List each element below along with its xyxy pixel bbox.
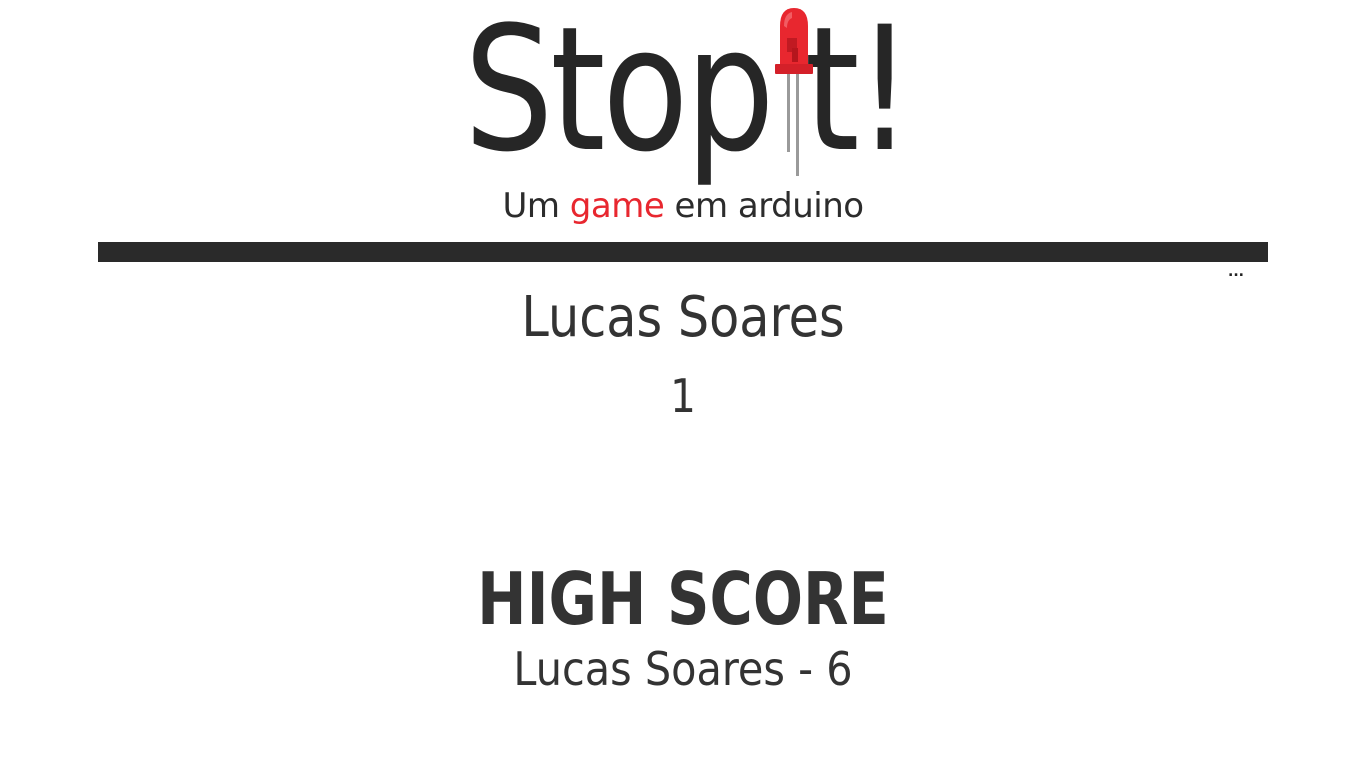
high-score-value: Lucas Soares - 6 [513, 642, 853, 696]
overflow-indicator: ... [1228, 264, 1244, 280]
subtitle-accent: game [569, 186, 665, 226]
current-player-name: Lucas Soares [521, 285, 845, 350]
subtitle-before: Um [502, 186, 570, 226]
logo-word-before: Stop [464, 0, 775, 190]
subtitle-after: em arduino [664, 186, 865, 226]
current-player-score: 1 [670, 369, 696, 423]
red-led-icon [775, 8, 813, 176]
high-score-title: HIGH SCORE [477, 557, 889, 641]
logo-word-after: t! [804, 0, 913, 190]
progress-bar [98, 242, 1268, 262]
logo-wordmark: Stop t! [464, 2, 913, 178]
logo-subtitle: Um game em arduino [0, 184, 1366, 228]
logo: Stop t! Um game em arduino [0, 0, 1366, 235]
